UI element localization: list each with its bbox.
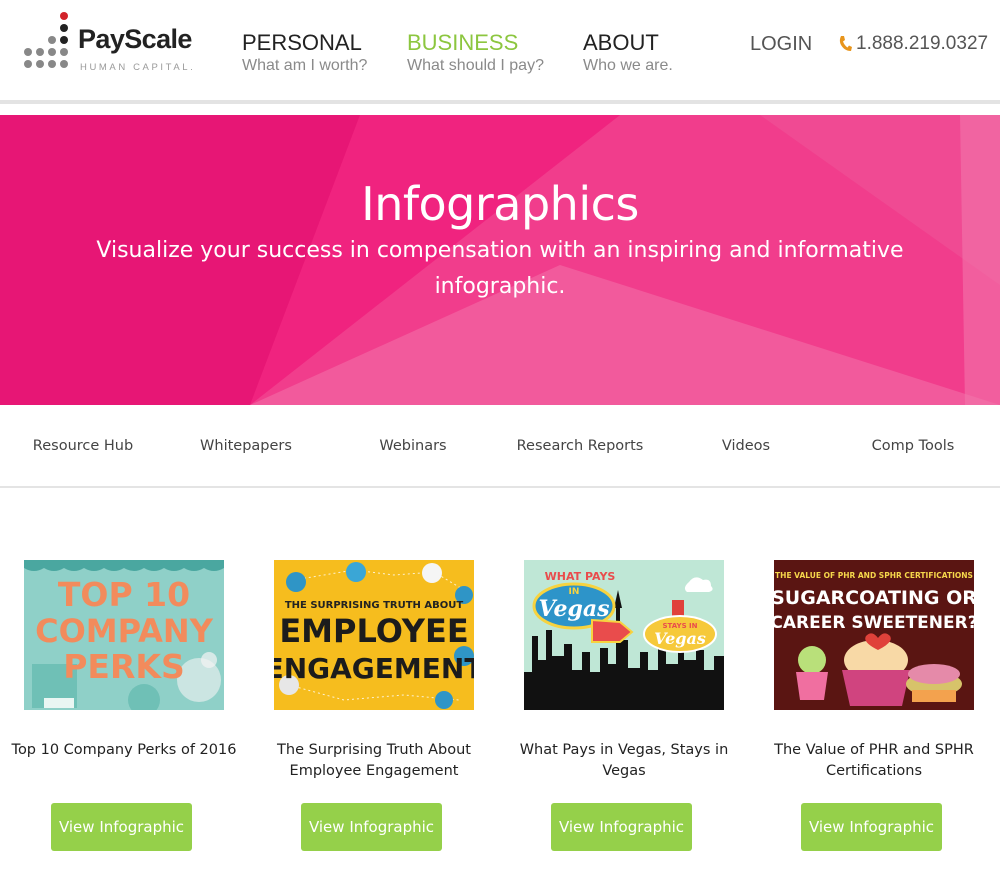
hero-title: Infographics bbox=[361, 177, 639, 231]
infographic-title[interactable]: The Value of PHR and SPHR Certifications bbox=[761, 740, 987, 782]
payscale-logo[interactable]: PayScale HUMAN CAPITAL. bbox=[20, 12, 210, 80]
nav-business-subtitle: What should I pay? bbox=[407, 57, 544, 74]
resource-subnav: Resource Hub Whitepapers Webinars Resear… bbox=[0, 405, 1000, 487]
nav-about-title: ABOUT bbox=[583, 30, 659, 55]
perks-art-line1: TOP 10 bbox=[58, 575, 190, 614]
phone-icon bbox=[839, 36, 852, 51]
phr-art-line1: THE VALUE OF PHR AND SPHR CERTIFICATIONS bbox=[775, 571, 973, 580]
view-infographic-button[interactable]: View Infographic bbox=[301, 803, 442, 851]
view-infographic-button[interactable]: View Infographic bbox=[801, 803, 942, 851]
subnav-research-reports[interactable]: Research Reports bbox=[497, 438, 663, 454]
subnav-whitepapers[interactable]: Whitepapers bbox=[163, 438, 329, 454]
brand-tagline: HUMAN CAPITAL. bbox=[80, 62, 196, 73]
vegas-art-sign2-main: Vegas bbox=[654, 629, 706, 648]
nav-about-subtitle: Who we are. bbox=[583, 57, 673, 74]
engagement-art-line1: THE SURPRISING TRUTH ABOUT bbox=[285, 600, 464, 611]
vegas-art-sign-main: Vegas bbox=[538, 596, 609, 622]
nav-business-title: BUSINESS bbox=[407, 30, 519, 55]
view-infographic-button[interactable]: View Infographic bbox=[551, 803, 692, 851]
phr-art-line2: SUGARCOATING OR bbox=[774, 587, 974, 609]
engagement-art-line2: EMPLOYEE bbox=[279, 612, 468, 650]
view-infographic-button[interactable]: View Infographic bbox=[51, 803, 192, 851]
phr-art-line3: CAREER SWEETENER? bbox=[774, 613, 974, 633]
infographic-title[interactable]: The Surprising Truth About Employee Enga… bbox=[261, 740, 487, 782]
nav-business[interactable]: BUSINESS What should I pay? bbox=[407, 30, 544, 76]
brand-name: PayScale bbox=[78, 24, 192, 54]
infographic-thumbnail[interactable]: THE SURPRISING TRUTH ABOUT EMPLOYEE ENGA… bbox=[274, 560, 474, 710]
hero-subtitle: Visualize your success in compensation w… bbox=[96, 238, 904, 299]
infographic-title[interactable]: What Pays in Vegas, Stays in Vegas bbox=[511, 740, 737, 782]
subnav-resource-hub[interactable]: Resource Hub bbox=[0, 438, 166, 454]
perks-art-line3: PERKS bbox=[63, 647, 184, 686]
engagement-art-line3: ENGAGEMENT bbox=[274, 652, 474, 685]
nav-about[interactable]: ABOUT Who we are. bbox=[583, 30, 673, 76]
vegas-illustration: WHAT PAYS IN Vegas STAYS IN Vegas bbox=[524, 560, 724, 710]
infographic-thumbnail[interactable]: TOP 10 COMPANY PERKS bbox=[24, 560, 224, 710]
site-header: PayScale HUMAN CAPITAL. PERSONAL What am… bbox=[0, 0, 1000, 100]
subnav-webinars[interactable]: Webinars bbox=[330, 438, 496, 454]
subnav-divider bbox=[0, 486, 1000, 488]
hero-banner: Infographics Visualize your success in c… bbox=[0, 115, 1000, 405]
infographic-thumbnail[interactable]: THE VALUE OF PHR AND SPHR CERTIFICATIONS… bbox=[774, 560, 974, 710]
infographic-thumbnail[interactable]: WHAT PAYS IN Vegas STAYS IN Vegas bbox=[524, 560, 724, 710]
nav-personal-title: PERSONAL bbox=[242, 30, 362, 55]
company-perks-illustration: TOP 10 COMPANY PERKS bbox=[24, 560, 224, 710]
perks-art-line2: COMPANY bbox=[35, 612, 214, 650]
subnav-comp-tools[interactable]: Comp Tools bbox=[830, 438, 996, 454]
phone-number: 1.888.219.0327 bbox=[856, 33, 989, 54]
subnav-videos[interactable]: Videos bbox=[663, 438, 829, 454]
phone-link[interactable]: 1.888.219.0327 bbox=[838, 33, 988, 55]
employee-engagement-illustration: THE SURPRISING TRUTH ABOUT EMPLOYEE ENGA… bbox=[274, 560, 474, 710]
header-divider bbox=[0, 100, 1000, 104]
cupcake-illustration: THE VALUE OF PHR AND SPHR CERTIFICATIONS… bbox=[774, 560, 974, 710]
logo-dots-icon bbox=[24, 12, 68, 68]
nav-personal[interactable]: PERSONAL What am I worth? bbox=[242, 30, 367, 76]
vegas-art-sign-top: WHAT PAYS bbox=[545, 570, 616, 583]
login-link[interactable]: LOGIN bbox=[750, 33, 812, 56]
infographic-title[interactable]: Top 10 Company Perks of 2016 bbox=[11, 740, 237, 761]
nav-personal-subtitle: What am I worth? bbox=[242, 57, 368, 74]
